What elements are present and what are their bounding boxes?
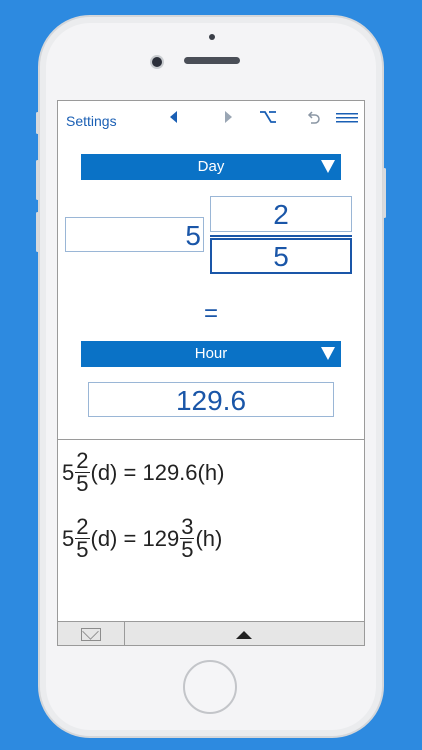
volume-down-button xyxy=(36,212,39,252)
dropdown-arrow-icon xyxy=(321,160,335,173)
whole-number-value: 5 xyxy=(185,220,201,251)
history-whole: 5 xyxy=(62,525,75,551)
whole-number-field[interactable]: 5 xyxy=(65,217,204,252)
bottom-bar xyxy=(58,621,364,645)
history-fraction: 2 5 xyxy=(75,448,90,496)
history-fraction: 2 5 xyxy=(75,514,90,562)
history-from-unit: (d) = xyxy=(90,459,143,485)
numerator-field[interactable]: 2 xyxy=(210,196,352,232)
result-field: 129.6 xyxy=(88,382,334,417)
from-unit-label: Day xyxy=(197,158,225,175)
history-line: 5 2 5 (d) = 129 3 5 (h) xyxy=(62,516,222,561)
mail-button[interactable] xyxy=(58,622,125,645)
equals-sign: = xyxy=(203,300,218,327)
earpiece-speaker xyxy=(184,57,240,64)
history-result: 129.6 xyxy=(142,459,198,485)
fraction-bar xyxy=(210,235,352,237)
volume-up-button xyxy=(36,160,39,200)
back-arrow-icon[interactable] xyxy=(164,110,184,130)
undo-icon[interactable] xyxy=(303,110,323,130)
menu-icon[interactable] xyxy=(336,110,358,130)
power-button xyxy=(383,168,386,218)
to-unit-select[interactable]: Hour xyxy=(81,341,341,367)
home-button[interactable] xyxy=(183,660,237,714)
front-camera xyxy=(150,55,164,69)
result-value: 129.6 xyxy=(175,385,247,416)
toolbar: Settings xyxy=(58,101,364,139)
history-whole: 5 xyxy=(62,459,75,485)
history-to-unit: (h) xyxy=(197,459,225,485)
to-unit-label: Hour xyxy=(194,345,228,362)
option-key-icon[interactable] xyxy=(258,110,278,130)
history-result-whole: 129 xyxy=(142,525,180,551)
proximity-sensor xyxy=(209,34,215,40)
divider xyxy=(58,439,364,440)
history-from-unit: (d) = xyxy=(90,525,143,551)
mute-switch xyxy=(36,112,39,134)
settings-button[interactable]: Settings xyxy=(66,113,117,129)
forward-arrow-icon[interactable] xyxy=(218,110,238,130)
app-screen: Settings Day 5 2 5 = Hour 129.6 5 2 5 (d… xyxy=(57,100,365,646)
history-to-unit: (h) xyxy=(195,525,223,551)
history-line: 5 2 5 (d) = 129.6 (h) xyxy=(62,450,224,495)
mail-icon xyxy=(81,628,101,641)
numerator-value: 2 xyxy=(273,199,289,230)
expand-up-icon[interactable] xyxy=(236,631,252,639)
history-result-fraction: 3 5 xyxy=(180,514,195,562)
denominator-value: 5 xyxy=(273,241,289,272)
from-unit-select[interactable]: Day xyxy=(81,154,341,180)
dropdown-arrow-icon xyxy=(321,347,335,360)
denominator-field[interactable]: 5 xyxy=(210,238,352,274)
